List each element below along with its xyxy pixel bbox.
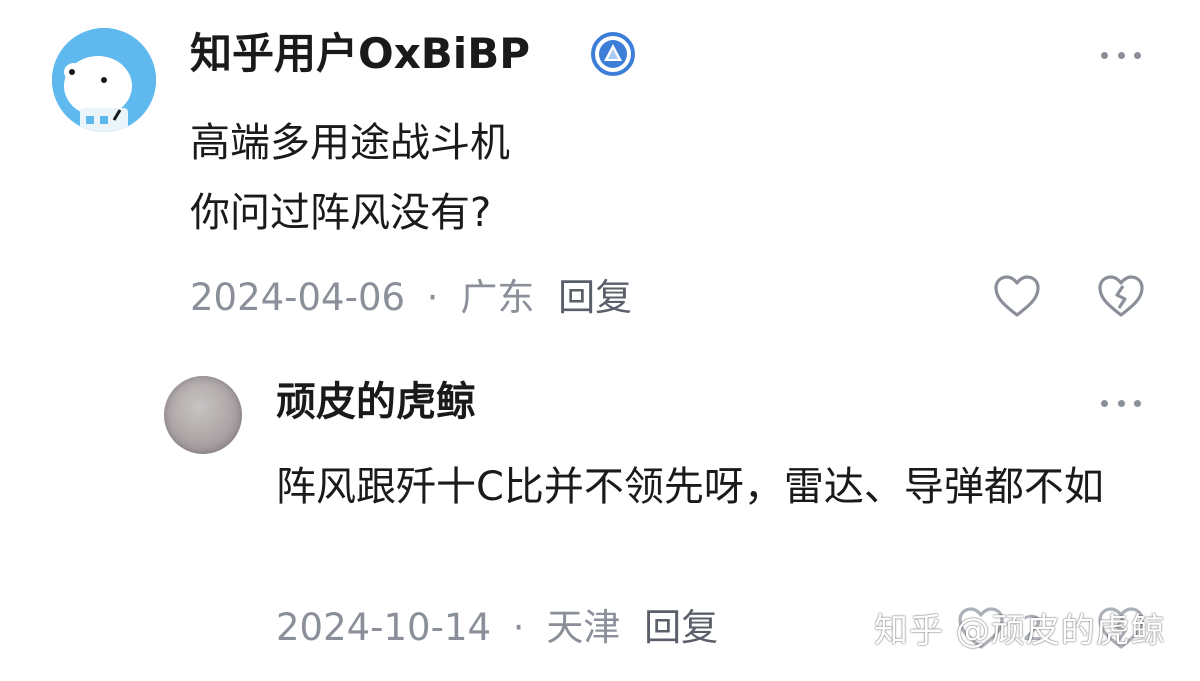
meta-separator: · [426,276,439,319]
dot-icon [1101,51,1108,59]
dot-icon [1134,51,1141,59]
reply-reply-button[interactable]: 回复 [644,606,718,649]
reply-content: 阵风跟歼十C比并不领先呀，雷达、导弹都不如 [276,464,1104,510]
dislike-broken-heart-icon[interactable] [1096,272,1146,322]
dot-icon [1101,399,1108,407]
reply-avatar[interactable] [164,376,242,454]
watermark: 知乎 @顽皮的虎鲸 [874,611,1166,651]
avatar[interactable] [52,28,156,132]
reply-meta: 2024-10-14 · 天津 回复 [276,602,718,654]
comment-meta: 2024-04-06 · 广东 回复 [190,272,632,324]
more-options-button[interactable] [1101,40,1141,70]
reply-button[interactable]: 回复 [558,276,632,319]
comment-author-name[interactable]: 知乎用户OxBiBP [190,28,530,80]
meta-separator: · [512,606,525,649]
verified-badge-icon [590,31,636,77]
dot-icon [1117,399,1125,407]
reply-date: 2024-10-14 [276,606,492,649]
comment-content: 高端多用途战斗机 你问过阵风没有? [190,108,510,248]
dot-icon [1117,51,1125,59]
reply-author-name[interactable]: 顽皮的虎鲸 [276,376,476,428]
reply-location: 天津 [546,606,621,649]
reply-more-options-button[interactable] [1101,388,1141,418]
comment-location: 广东 [460,276,535,319]
like-heart-icon[interactable] [992,272,1042,322]
dot-icon [1134,399,1141,407]
comment-line: 你问过阵风没有? [190,190,492,236]
comment-line: 高端多用途战斗机 [190,120,510,166]
comment-date: 2024-04-06 [190,276,406,319]
avatar-polar-bear-icon [52,28,156,132]
